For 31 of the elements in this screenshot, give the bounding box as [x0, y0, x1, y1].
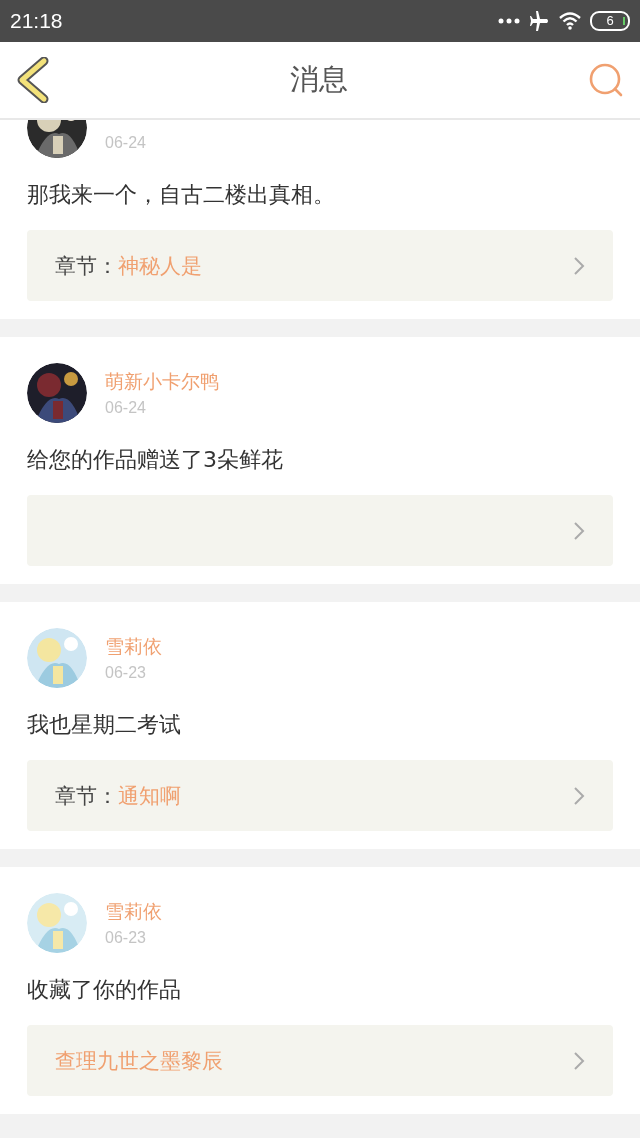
page-title: 消息	[290, 61, 348, 98]
link-row[interactable]: 查理九世之墨黎辰	[27, 1025, 613, 1096]
status-time: 21:18	[10, 9, 63, 33]
chapter-title: 通知啊	[118, 782, 181, 810]
message-date: 06-24	[105, 134, 146, 152]
user-name[interactable]: 雪莉依	[105, 634, 162, 658]
message-text: 我也星期二考试	[27, 711, 182, 739]
link-row[interactable]: 章节：通知啊	[27, 760, 613, 831]
chapter-label: 章节：	[55, 782, 118, 810]
chevron-right-icon	[573, 1050, 585, 1071]
message-date: 06-23	[105, 664, 147, 682]
message-date: 06-23	[105, 929, 147, 947]
work-title: 查理九世之墨黎辰	[55, 1047, 223, 1075]
airplane-icon	[528, 11, 550, 31]
chevron-right-icon	[573, 255, 585, 276]
more-dots-icon	[498, 18, 520, 24]
user-name[interactable]: 萌新小卡尔鸭	[105, 369, 219, 393]
message-text: 收藏了你的作品	[27, 976, 182, 1004]
message-date: 06-24	[105, 399, 147, 417]
message-text: 给您的作品赠送了3朵鲜花	[27, 446, 284, 474]
chapter-label: 章节：	[55, 252, 118, 280]
chapter-title: 神秘人是	[118, 252, 202, 280]
battery-icon: 6	[590, 11, 630, 31]
link-row[interactable]: 章节：神秘人是	[27, 230, 613, 301]
chevron-right-icon	[573, 520, 585, 541]
chevron-right-icon	[573, 785, 585, 806]
back-icon[interactable]	[16, 57, 50, 103]
wifi-icon	[558, 11, 582, 31]
user-name[interactable]: 雪莉依	[105, 899, 162, 923]
search-icon[interactable]	[588, 62, 624, 98]
message-text: 那我来一个，自古二楼出真相。	[27, 181, 336, 209]
